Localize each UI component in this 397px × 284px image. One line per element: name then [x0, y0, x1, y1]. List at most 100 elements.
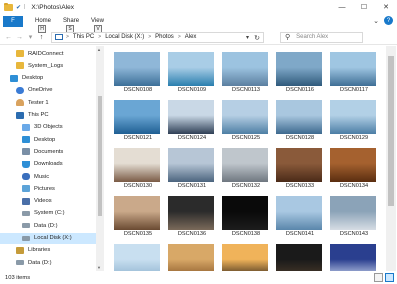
minimize-button[interactable]: — [331, 0, 353, 14]
breadcrumb-separator: > [66, 34, 69, 40]
tab-share[interactable]: Share S [63, 18, 79, 33]
sidebar-item[interactable]: Libraries [0, 245, 96, 256]
file-tile[interactable]: DSCN0121 [112, 98, 164, 142]
file-tile[interactable]: DSCN0130 [112, 146, 164, 190]
file-tile[interactable] [328, 242, 380, 271]
file-tile[interactable]: DSCN0138 [220, 194, 272, 238]
sidebar-item[interactable]: Downloads [0, 159, 96, 170]
photo-thumbnail [276, 148, 322, 182]
sidebar-item[interactable]: Desktop [0, 73, 96, 84]
address-bar[interactable]: > This PC > Local Disk (X:) > Photos > A… [51, 31, 264, 43]
file-tile[interactable]: DSCN0143 [328, 194, 380, 238]
music-icon [22, 173, 30, 180]
sidebar-item[interactable]: Documents [0, 146, 96, 157]
sidebar-item[interactable]: Data (D:) [0, 257, 96, 268]
file-name: DSCN0138 [231, 231, 261, 237]
sidebar-item[interactable]: This PC [0, 110, 96, 121]
file-tile[interactable]: DSCN0125 [220, 98, 272, 142]
photo-thumbnail [168, 100, 214, 134]
file-tile[interactable] [220, 242, 272, 271]
tab-file[interactable]: F [3, 15, 23, 27]
refresh-icon[interactable]: ↻ [254, 34, 260, 42]
sidebar-item[interactable]: Pictures [0, 183, 96, 194]
close-button[interactable]: ✕ [375, 0, 397, 14]
scrollbar-thumb[interactable] [388, 56, 394, 206]
file-tile[interactable]: DSCN0135 [112, 194, 164, 238]
file-tile[interactable]: DSCN0131 [166, 146, 218, 190]
checkmark-icon[interactable]: ✔ [16, 4, 21, 11]
folder-icon [4, 2, 13, 11]
file-tile[interactable] [166, 242, 218, 271]
search-placeholder: Search Alex [296, 34, 329, 40]
expand-ribbon-chevron-icon[interactable]: ⌄ [373, 17, 379, 25]
sidebar-item[interactable]: 3D Objects [0, 122, 96, 133]
photo-thumbnail [276, 244, 322, 271]
file-tile[interactable]: DSCN0141 [274, 194, 326, 238]
file-tile[interactable]: DSCN0132 [220, 146, 272, 190]
scroll-up-arrow-icon[interactable]: ▲ [97, 47, 101, 52]
sidebar-item[interactable]: Desktop [0, 134, 96, 145]
sidebar-item-label: Tester 1 [28, 99, 49, 106]
file-name: DSCN0117 [340, 87, 368, 93]
sidebar-item-label: Libraries [28, 247, 51, 254]
maximize-button[interactable]: ☐ [353, 0, 375, 14]
ribbon-right-controls: ⌄ ? [373, 16, 393, 25]
scroll-down-arrow-icon[interactable]: ▼ [97, 265, 101, 270]
help-icon[interactable]: ? [384, 16, 393, 25]
status-bar: 103 items [0, 272, 397, 284]
sidebar-item[interactable]: RAIDConnect [0, 48, 96, 59]
file-tile[interactable]: DSCN0136 [166, 194, 218, 238]
file-tile[interactable] [112, 242, 164, 271]
sidebar-item-label: Documents [34, 148, 64, 155]
back-button[interactable]: ← [3, 34, 14, 41]
details-view-button[interactable] [374, 273, 383, 282]
file-tile[interactable]: DSCN0128 [274, 98, 326, 142]
address-dropdown-icon[interactable]: ▾ [246, 34, 249, 41]
sidebar-item[interactable]: Music [0, 171, 96, 182]
file-tile[interactable]: DSCN0113 [220, 50, 272, 94]
sidebar-item[interactable]: Local Disk (X:) [0, 232, 96, 244]
cube-icon [22, 123, 30, 131]
photo-thumbnail [114, 196, 160, 230]
sidebar-item[interactable]: Data (D:) [0, 220, 96, 231]
file-tile[interactable]: DSCN0124 [166, 98, 218, 142]
file-name: DSCN0129 [339, 135, 369, 141]
photo-thumbnail [330, 196, 376, 230]
breadcrumb-this-pc[interactable]: This PC [73, 34, 94, 40]
search-box[interactable]: ⚲ Search Alex [280, 31, 363, 43]
file-tile[interactable]: DSCN0109 [166, 50, 218, 94]
navigation-pane-scrollbar[interactable]: ▲ ▼ [96, 46, 104, 271]
file-tile[interactable]: DSCN0129 [328, 98, 380, 142]
sidebar-item[interactable]: System (C:) [0, 208, 96, 219]
sidebar-item-label: OneDrive [28, 87, 53, 94]
tab-home[interactable]: Home H [35, 18, 51, 33]
ribbon-tabs: F Home H Share S View V ⌄ ? [0, 14, 397, 33]
sidebar-item[interactable]: System_Logs [0, 60, 96, 71]
scrollbar-thumb[interactable] [98, 96, 102, 216]
tab-view[interactable]: View V [91, 18, 104, 33]
file-tile[interactable] [274, 242, 326, 271]
file-tile[interactable]: DSCN0116 [274, 50, 326, 94]
breadcrumb-photos[interactable]: Photos [155, 34, 174, 40]
file-name: DSCN0133 [285, 183, 315, 189]
breadcrumb-local-disk[interactable]: Local Disk (X:) [105, 34, 144, 40]
file-list-scrollbar[interactable] [386, 46, 396, 271]
recent-locations-button[interactable]: ▾ [25, 33, 36, 41]
photo-thumbnail [222, 100, 268, 134]
forward-button[interactable]: → [14, 34, 25, 41]
sidebar-item[interactable]: Tester 1 [0, 97, 96, 108]
photo-thumbnail [330, 148, 376, 182]
file-tile[interactable]: DSCN0133 [274, 146, 326, 190]
sidebar-item[interactable]: OneDrive [0, 85, 96, 96]
sidebar-item[interactable]: Videos [0, 196, 96, 207]
photo-thumbnail [114, 148, 160, 182]
file-tile[interactable]: DSCN0134 [328, 146, 380, 190]
file-tile[interactable]: DSCN0108 [112, 50, 164, 94]
sidebar-item-label: Music [34, 173, 50, 180]
breadcrumb-alex[interactable]: Alex [185, 34, 197, 40]
file-name: DSCN0124 [177, 135, 207, 141]
up-button[interactable]: ↑ [36, 34, 47, 41]
large-icons-view-button[interactable] [385, 273, 394, 282]
file-tile[interactable]: DSCN0117 [328, 50, 380, 94]
photo-thumbnail [114, 52, 160, 86]
